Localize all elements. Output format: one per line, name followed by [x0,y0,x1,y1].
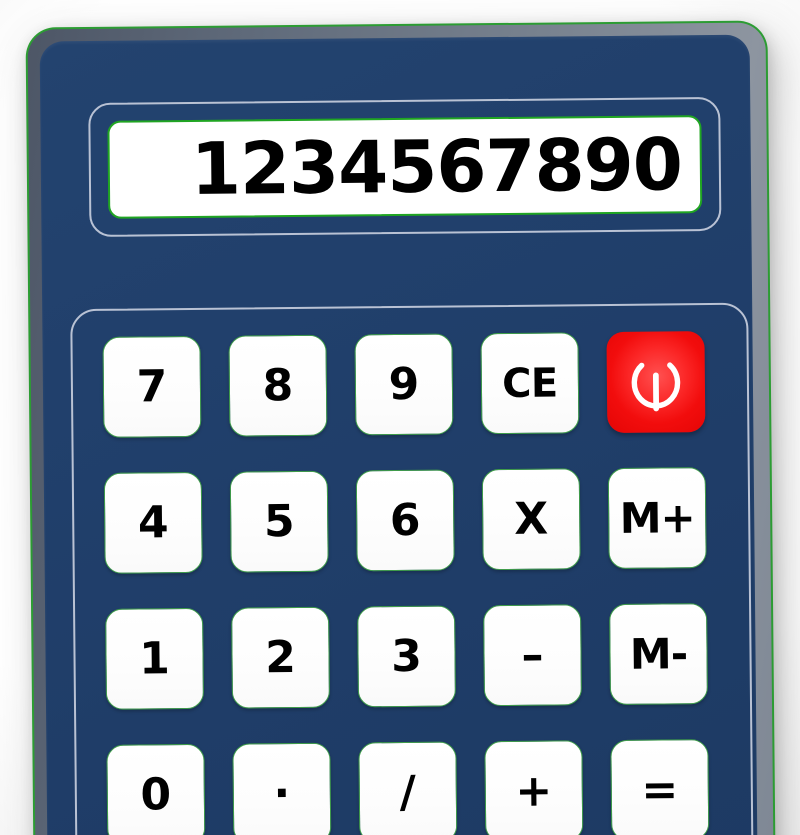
key-4-label: 4 [137,496,169,549]
key-divide[interactable]: / [358,741,458,835]
calculator-device: 1234567890 7 8 9 CE 4 5 6 X M+ 1 2 3 – M- 0 · / + = [25,20,776,835]
key-4[interactable]: 4 [103,471,203,574]
key-divide-label: / [399,766,417,818]
key-3-label: 3 [390,630,423,682]
keypad-frame: 7 8 9 CE 4 5 6 X M+ 1 2 3 – M- 0 · / + = [70,302,754,835]
keypad-grid: 7 8 9 CE 4 5 6 X M+ 1 2 3 – M- 0 · / + = [102,331,739,835]
key-9-label: 9 [388,358,420,410]
device-body: 1234567890 7 8 9 CE 4 5 6 X M+ 1 2 3 – M- 0 · / + = [39,34,758,835]
key-decimal-point[interactable]: · [232,742,332,835]
display-screen[interactable]: 1234567890 [107,115,703,219]
key-9[interactable]: 9 [354,333,454,436]
key-6[interactable]: 6 [355,469,455,572]
key-7-label: 7 [136,360,168,413]
key-power[interactable] [606,331,706,434]
key-5-label: 5 [263,495,295,547]
key-7[interactable]: 7 [102,335,202,438]
key-multiply[interactable]: X [481,468,581,571]
key-equals[interactable]: = [610,739,710,835]
key-1-label: 1 [138,632,171,685]
key-3[interactable]: 3 [357,605,457,708]
key-memory-subtract-label: M- [629,628,688,679]
key-0[interactable]: 0 [106,743,206,835]
key-add[interactable]: + [484,740,584,835]
display-value: 1234567890 [190,122,683,211]
key-8-label: 8 [262,359,294,411]
key-multiply-label: X [514,493,549,545]
key-memory-add-label: M+ [619,492,695,543]
key-equals-label: = [641,763,679,816]
key-0-label: 0 [140,768,172,821]
key-6-label: 6 [389,494,421,546]
key-1[interactable]: 1 [105,607,205,710]
display-frame: 1234567890 [88,96,722,237]
key-add-label: + [515,765,553,817]
key-2-label: 2 [264,631,297,683]
key-subtract[interactable]: – [483,604,583,707]
key-clear-entry-label: CE [501,359,558,407]
screen: 1234567890 7 8 9 CE 4 5 6 X M+ 1 2 3 – M- 0 · / + = [0,0,800,835]
key-2[interactable]: 2 [231,606,331,709]
key-memory-add[interactable]: M+ [607,467,707,569]
key-decimal-point-label: · [273,767,291,819]
key-subtract-label: – [521,629,544,681]
power-icon [620,346,693,419]
key-5[interactable]: 5 [229,470,329,573]
key-memory-subtract[interactable]: M- [609,603,709,705]
key-8[interactable]: 8 [228,334,328,437]
key-clear-entry[interactable]: CE [480,332,580,435]
